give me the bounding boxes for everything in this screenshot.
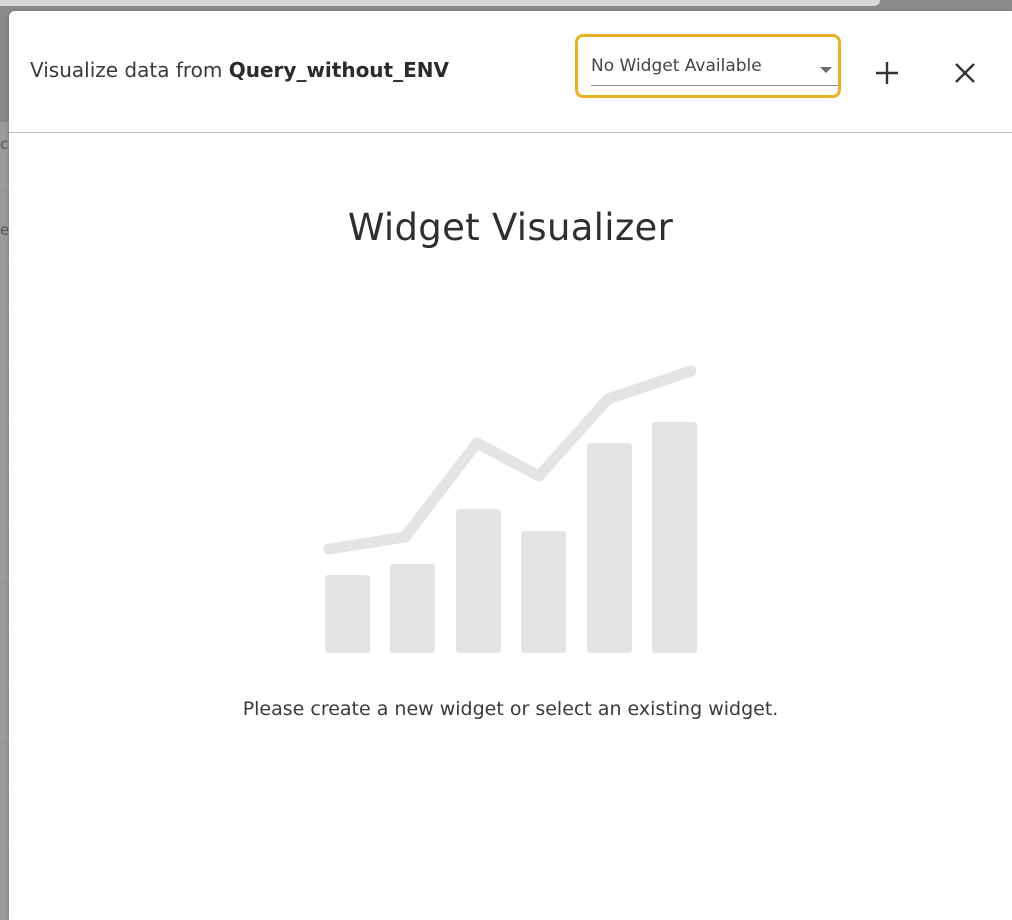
chevron-down-icon xyxy=(820,67,832,73)
background-tab-bar xyxy=(0,0,880,6)
background-row-divider xyxy=(0,523,9,524)
background-row-divider xyxy=(0,417,9,418)
close-icon xyxy=(955,63,975,83)
close-button[interactable] xyxy=(945,53,985,93)
background-row-divider xyxy=(0,683,9,684)
widget-select-value: No Widget Available xyxy=(591,56,762,76)
background-row-divider xyxy=(0,364,9,365)
placeholder-bar xyxy=(521,531,566,653)
widget-select-underline xyxy=(591,85,838,86)
placeholder-bar xyxy=(587,443,632,653)
visualize-dialog: Visualize data from Query_without_ENV No… xyxy=(9,11,1012,920)
background-row-divider xyxy=(0,629,9,630)
background-row-divider xyxy=(0,842,9,843)
placeholder-bar xyxy=(652,422,697,653)
background-text-peek: c xyxy=(0,135,9,153)
background-row-divider xyxy=(0,736,9,737)
background-row-divider xyxy=(0,184,9,185)
page-title: Widget Visualizer xyxy=(347,206,674,249)
query-name: Query_without_ENV xyxy=(228,58,449,82)
background-text-peek: e xyxy=(0,221,9,239)
dialog-title-prefix: Visualize data from xyxy=(30,58,223,82)
add-widget-button[interactable] xyxy=(867,53,907,93)
chart-placeholder-icon xyxy=(323,365,697,653)
placeholder-bar xyxy=(325,575,370,653)
dialog-header: Visualize data from Query_without_ENV No… xyxy=(9,11,1012,133)
background-row-divider xyxy=(0,789,9,790)
empty-state-message: Please create a new widget or select an … xyxy=(242,698,779,720)
background-row-divider xyxy=(0,310,9,311)
background-row-divider xyxy=(0,257,9,258)
dialog-title: Visualize data from Query_without_ENV xyxy=(30,58,449,82)
placeholder-bar xyxy=(456,509,501,653)
background-table-strip xyxy=(0,122,9,920)
background-row-divider xyxy=(0,576,9,577)
trend-line xyxy=(323,365,697,555)
placeholder-bar xyxy=(390,564,435,653)
background-row-divider xyxy=(0,470,9,471)
widget-select[interactable]: No Widget Available xyxy=(575,34,841,98)
plus-icon xyxy=(876,62,898,84)
